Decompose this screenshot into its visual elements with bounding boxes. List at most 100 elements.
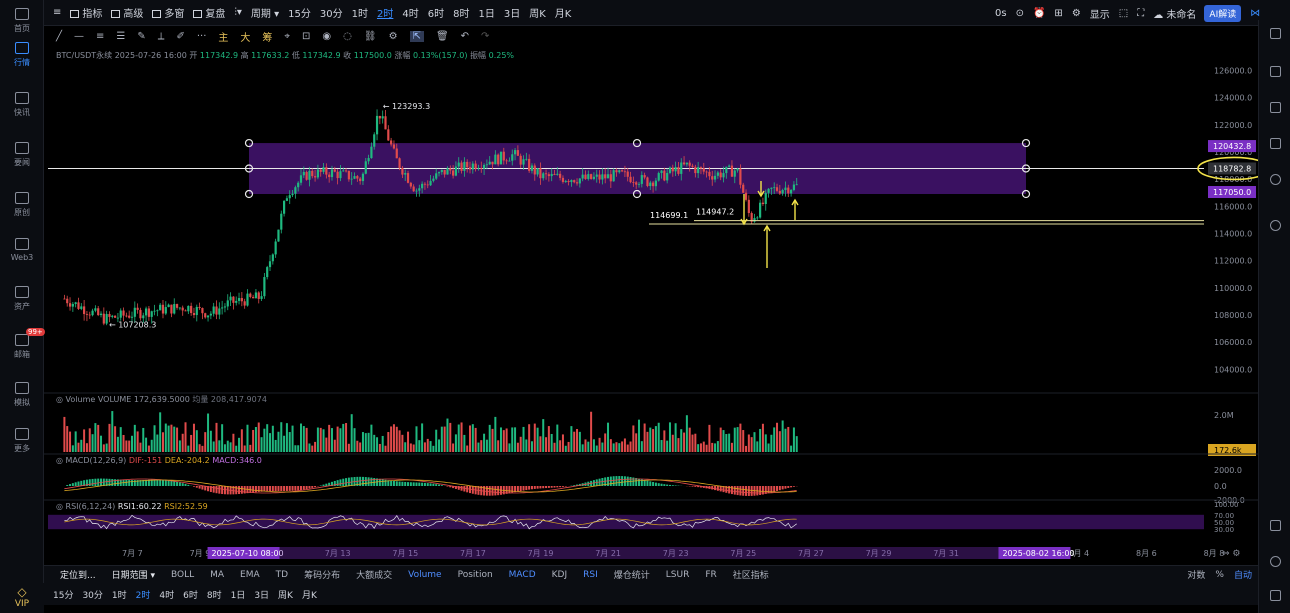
more-tools-icon[interactable]: ··· — [197, 31, 207, 42]
bottom-period-3日[interactable]: 3日 — [254, 588, 269, 601]
redo-icon[interactable]: ↷ — [481, 31, 489, 42]
clock-icon[interactable] — [1270, 174, 1281, 185]
seconds-label[interactable]: 0s — [995, 8, 1007, 19]
period-2时[interactable]: 2时 — [377, 5, 393, 20]
help-icon[interactable] — [1270, 556, 1281, 567]
indicator-FR[interactable]: FR — [705, 570, 716, 580]
period-8时[interactable]: 8时 — [453, 5, 469, 20]
ai-interpret-button[interactable]: AI解读 — [1204, 4, 1242, 22]
chart-type-icon[interactable]: ⫶▾ — [234, 7, 242, 18]
period-30分[interactable]: 30分 — [320, 5, 343, 20]
indicator-筹码分布[interactable]: 筹码分布 — [304, 568, 340, 581]
indicator-TD[interactable]: TD — [276, 570, 288, 580]
indicator-KDJ[interactable]: KDJ — [552, 570, 568, 580]
magnet-icon[interactable]: ⌖ — [284, 31, 290, 42]
period-dropdown[interactable]: 周期 ▾ — [251, 5, 279, 20]
sidebar-item-3[interactable]: 要闻 — [0, 142, 44, 168]
sidebar-item-9[interactable]: 更多 — [0, 428, 44, 454]
parallel-tool-icon[interactable]: ≡ — [96, 31, 104, 42]
indicator-MACD[interactable]: MACD — [509, 570, 536, 580]
share-icon[interactable]: ⋈ — [1250, 8, 1260, 19]
sidebar-item-7[interactable]: 邮箱 99+ — [0, 328, 45, 360]
period-1日[interactable]: 1日 — [478, 5, 494, 20]
indicator-RSI[interactable]: RSI — [583, 570, 598, 580]
indicator-Position[interactable]: Position — [458, 570, 493, 580]
period-6时[interactable]: 6时 — [428, 5, 444, 20]
cat-icon[interactable] — [1270, 590, 1281, 601]
scale-option-1[interactable]: % — [1215, 570, 1224, 580]
bottom-period-4时[interactable]: 4时 — [159, 588, 174, 601]
display-button[interactable]: 显示 — [1090, 6, 1110, 21]
settings-icon[interactable]: ⚙ — [389, 31, 398, 42]
trash-icon[interactable]: 🗑 — [436, 31, 449, 42]
indicator-EMA[interactable]: EMA — [240, 570, 260, 580]
menu-icon[interactable]: ≡ — [53, 7, 61, 18]
main-toggle[interactable]: 主 — [218, 29, 228, 44]
bottom-period-1日[interactable]: 1日 — [231, 588, 246, 601]
sidebar-item-0[interactable]: 首页 — [0, 8, 44, 34]
scale-option-0[interactable]: 对数 — [1187, 568, 1205, 581]
info-icon[interactable] — [1270, 220, 1281, 231]
sidebar-item-2[interactable]: 快讯 — [0, 92, 44, 118]
scale-option-2[interactable]: 自动 — [1234, 568, 1252, 581]
period-1时[interactable]: 1时 — [352, 5, 368, 20]
trades-icon[interactable] — [1270, 102, 1281, 113]
hide-icon[interactable]: ◌ — [343, 31, 352, 42]
lock-icon[interactable]: ⊡ — [302, 31, 310, 42]
brush-tool-icon[interactable]: ✎ — [137, 31, 145, 42]
indicator-爆仓统计[interactable]: 爆仓统计 — [614, 568, 650, 581]
indicator-LSUR[interactable]: LSUR — [666, 570, 690, 580]
indicator-大额成交[interactable]: 大额成交 — [356, 568, 392, 581]
line-tool-icon[interactable]: ╱ — [56, 31, 62, 42]
vip-button[interactable]: ◇ VIP — [0, 583, 44, 613]
stats-icon[interactable] — [1270, 138, 1281, 149]
calc-icon[interactable] — [1270, 520, 1281, 531]
grid-icon[interactable]: ⊞ — [1054, 8, 1062, 19]
alarm-icon[interactable]: ⏰ — [1033, 8, 1045, 19]
large-toggle[interactable]: 大 — [240, 29, 250, 44]
undo-icon[interactable]: ↶ — [461, 31, 469, 42]
camera-icon[interactable]: ⊙ — [1016, 8, 1024, 19]
chips-toggle[interactable]: 筹 — [262, 29, 272, 44]
cloud-save-button[interactable]: ☁ 未命名 — [1153, 6, 1196, 21]
fullscreen-icon[interactable]: ⛶ — [1137, 8, 1144, 19]
bottom-period-周K[interactable]: 周K — [278, 588, 293, 601]
topbar-btn-2[interactable]: 多窗 — [152, 5, 184, 20]
topbar-btn-0[interactable]: 指标 — [70, 5, 102, 20]
fib-tool-icon[interactable]: ☰ — [116, 31, 125, 42]
bottom-period-30分[interactable]: 30分 — [82, 588, 102, 601]
text-tool-icon[interactable]: ✐ — [176, 31, 184, 42]
period-15分[interactable]: 15分 — [288, 5, 311, 20]
bottom-period-8时[interactable]: 8时 — [207, 588, 222, 601]
layout-icon[interactable]: ⬚ — [1119, 8, 1128, 19]
indicator-BOLL[interactable]: BOLL — [171, 570, 194, 580]
order-icon[interactable] — [1270, 28, 1281, 39]
bottom-period-2时[interactable]: 2时 — [136, 588, 151, 601]
locate-button[interactable]: 定位到... — [60, 568, 96, 581]
topbar-btn-3[interactable]: 复盘 — [193, 5, 225, 20]
depth-icon[interactable] — [1270, 66, 1281, 77]
indicator-MA[interactable]: MA — [210, 570, 224, 580]
period-月K[interactable]: 月K — [555, 5, 572, 20]
bottom-period-1时[interactable]: 1时 — [112, 588, 127, 601]
kline-chart[interactable]: BTC/USDT永续 2025-07-26 16:00 开 117342.9 高… — [44, 46, 1258, 565]
sidebar-item-4[interactable]: 原创 — [0, 192, 44, 218]
indicator-Volume[interactable]: Volume — [408, 570, 441, 580]
sidebar-item-8[interactable]: 模拟 — [0, 382, 44, 408]
bottom-period-6时[interactable]: 6时 — [183, 588, 198, 601]
sidebar-item-5[interactable]: Web3 — [0, 238, 44, 262]
settings-icon[interactable]: ⚙ — [1072, 8, 1081, 19]
topbar-btn-1[interactable]: 高级 — [111, 5, 143, 20]
period-3日[interactable]: 3日 — [504, 5, 520, 20]
cursor-icon[interactable]: ⇱ — [409, 30, 424, 42]
sidebar-item-1[interactable]: 行情 — [0, 42, 44, 68]
eye-icon[interactable]: ◉ — [322, 31, 331, 42]
link-icon[interactable]: ⛓ — [364, 31, 377, 42]
hline-tool-icon[interactable]: — — [74, 31, 84, 42]
indicator-社区指标[interactable]: 社区指标 — [733, 568, 769, 581]
bottom-period-15分[interactable]: 15分 — [53, 588, 73, 601]
date-range-dropdown[interactable]: 日期范围 ▾ — [112, 568, 155, 581]
sidebar-item-6[interactable]: 资产 — [0, 286, 44, 312]
period-周K[interactable]: 周K — [529, 5, 546, 20]
ruler-tool-icon[interactable]: ⟂ — [158, 31, 165, 42]
